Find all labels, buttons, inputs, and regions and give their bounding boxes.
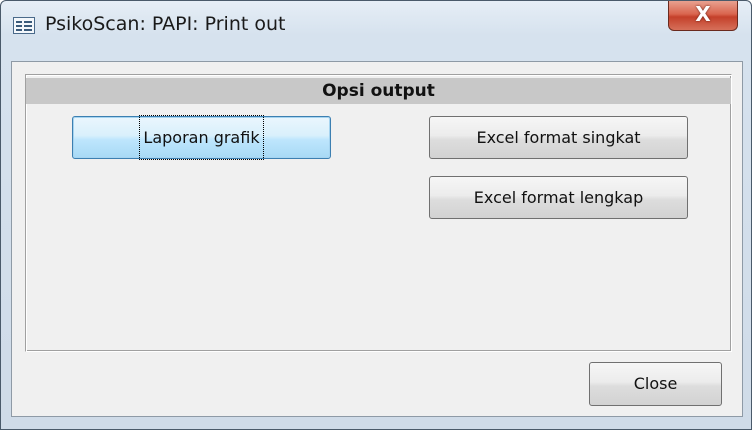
excel-format-singkat-button[interactable]: Excel format singkat: [429, 116, 688, 159]
window-title: PsikoScan: PAPI: Print out: [45, 13, 286, 35]
dialog-body: Opsi output Laporan grafik Excel format …: [11, 61, 743, 417]
close-label: Close: [633, 374, 678, 393]
laporan-grafik-label: Laporan grafik: [139, 115, 264, 160]
section-header-opsi-output: Opsi output: [26, 78, 731, 104]
close-icon: X: [695, 2, 711, 26]
excel-format-singkat-label: Excel format singkat: [476, 128, 641, 147]
excel-format-lengkap-button[interactable]: Excel format lengkap: [429, 176, 688, 219]
print-out-dialog: PsikoScan: PAPI: Print out X Opsi output…: [0, 0, 752, 430]
form-window-icon[interactable]: [13, 17, 35, 34]
window-close-button[interactable]: X: [668, 1, 738, 31]
laporan-grafik-button[interactable]: Laporan grafik: [72, 115, 331, 160]
title-bar[interactable]: PsikoScan: PAPI: Print out X: [1, 1, 751, 47]
excel-format-lengkap-label: Excel format lengkap: [473, 188, 644, 207]
close-button[interactable]: Close: [589, 362, 722, 406]
